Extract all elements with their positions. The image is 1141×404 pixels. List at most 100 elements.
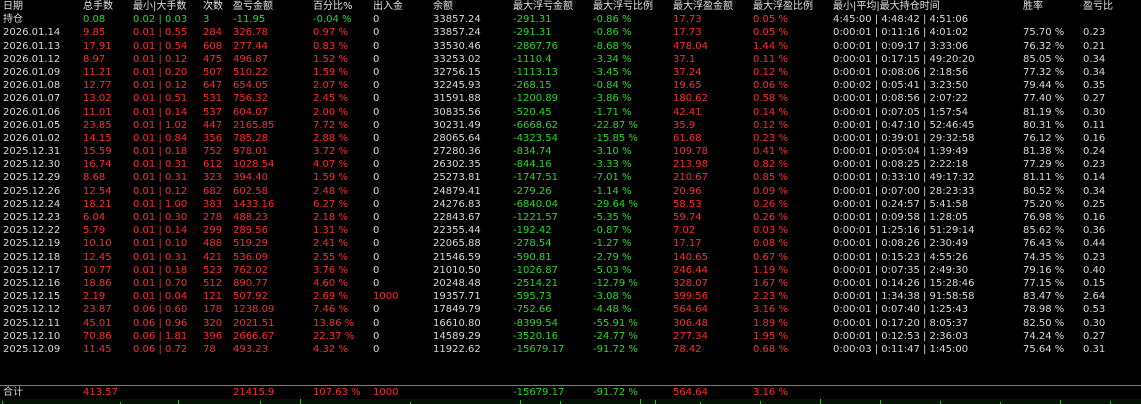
bottom-indicator-strip [0,399,1141,404]
min-max-lots-cell: 0.01 | 0.04 [133,291,188,303]
table-row[interactable]: 2026.01.08 12.77 0.01 | 0.12 647 654.05 2.07 … [0,79,1141,92]
pct-cell: 2.45 % [313,93,348,105]
hold-time-cell: 0:00:01 | 1:25:16 | 51:29:14 [833,225,975,237]
date-cell: 合计 [3,387,23,398]
table-row[interactable]: 2025.12.16 18.86 0.01 | 0.70 512 890.77 4.60 … [0,277,1141,290]
pct-cell: 1.31 % [313,225,348,237]
max-float-loss-cell: -291.31 [513,27,552,39]
table-row[interactable]: 2025.12.22 5.79 0.01 | 0.14 299 289.56 1.31 %… [0,224,1141,237]
max-float-loss-pct-cell: -5.35 % [593,212,632,223]
table-row[interactable]: 2026.01.09 11.21 0.01 | 0.20 507 510.22 1.59 … [0,66,1141,79]
max-float-loss-pct-cell: -0.84 % [593,80,632,92]
max-float-loss-pct-cell: -0.87 % [593,225,632,237]
win-rate-cell: 80.52 % [1023,185,1065,197]
table-row[interactable]: 2025.12.17 10.77 0.01 | 0.18 523 762.02 3.76 … [0,264,1141,277]
win-rate-cell: 74.35 % [1023,251,1065,263]
table-row[interactable]: 2025.12.11 45.01 0.06 | 0.96 320 2021.51 13.8… [0,317,1141,330]
max-float-loss-pct-cell: -91.72 % [593,387,638,398]
pnl-cell: 394.40 [233,172,268,184]
max-float-profit-cell: 17.73 [673,14,702,26]
table-row[interactable]: 2025.12.23 6.04 0.01 | 0.30 278 488.23 2.18 %… [0,211,1141,224]
date-cell: 2025.12.19 [3,238,61,250]
total-lots-cell: 8.97 [83,53,106,65]
deposit-cell: 0 [373,66,380,78]
table-row[interactable]: 2025.12.30 16.74 0.01 | 0.31 612 1028.54 4.07… [0,158,1141,171]
table-row[interactable]: 2026.01.06 11.01 0.01 | 0.14 537 604.07 2.00 … [0,106,1141,119]
total-lots-cell: 12.45 [83,251,112,263]
min-max-lots-cell: 0.06 | 1.81 [133,330,188,342]
max-float-profit-cell: 564.64 [673,387,708,398]
table-row[interactable]: 2026.01.14 9.85 0.01 | 0.55 284 326.78 0.97 %… [0,26,1141,39]
min-max-lots-header: 最小|大手数 [133,1,187,12]
pct-cell: 1.52 % [313,53,348,65]
hold-time-cell: 0:00:01 | 0:07:35 | 2:49:30 [833,264,969,276]
pct-cell: 2.00 % [313,106,348,118]
hold-time-cell: 0:00:02 | 0:05:41 | 3:23:50 [833,80,969,92]
deposit-cell: 0 [373,304,380,316]
pct-cell: 4.32 % [313,343,348,355]
table-row[interactable]: 2025.12.31 15.59 0.01 | 0.18 752 978.01 3.72 … [0,145,1141,158]
pnl-cell: 519.29 [233,238,268,250]
max-float-profit-cell: 306.48 [673,317,708,329]
total-lots-cell: 10.10 [83,238,112,250]
max-float-loss-cell: -15679.17 [513,343,565,355]
pl-ratio-cell: 0.11 [1083,119,1106,131]
max-float-loss-cell: -844.16 [513,159,552,171]
pl-ratio-cell: 0.23 [1083,251,1106,263]
pct-cell: 0.83 % [313,40,348,52]
table-row[interactable]: 2025.12.15 2.19 0.01 | 0.04 121 507.92 2.69 %… [0,290,1141,303]
table-row[interactable]: 2026.01.13 17.91 0.01 | 0.54 608 277.44 0.83 … [0,40,1141,53]
hold-time-cell: 0:00:01 | 0:11:16 | 4:01:02 [833,27,969,39]
table-row[interactable]: 2025.12.12 23.87 0.06 | 0.60 178 1238.09 7.46… [0,303,1141,316]
max-float-loss-pct-cell: -3.86 % [593,93,632,105]
table-row[interactable]: 2025.12.10 70.86 0.06 | 1.81 396 2666.67 22.3… [0,330,1141,343]
table-row[interactable]: 2026.01.05 23.85 0.01 | 1.02 447 2165.85 7.72… [0,119,1141,132]
position-row[interactable]: 持仓 0.08 0.02 | 0.03 3 -11.95 -0.04 % 0 33857.24… [0,13,1141,26]
max-float-loss-cell: -1200.89 [513,93,558,105]
max-float-loss-pct-header: 最大浮亏比例 [593,1,653,12]
deposit-cell: 0 [373,40,380,52]
table-row[interactable]: 2025.12.19 10.10 0.01 | 0.10 488 519.29 2.41 … [0,237,1141,250]
pct-cell: 1.59 % [313,172,348,184]
min-max-lots-cell: 0.01 | 0.31 [133,251,188,263]
pct-cell: 107.63 % [313,387,361,398]
table-row[interactable]: 2025.12.29 8.68 0.01 | 0.31 323 394.40 1.59 %… [0,171,1141,184]
date-cell: 2025.12.15 [3,291,61,303]
count-cell: 447 [203,119,223,131]
hold-time-cell: 0:00:01 | 1:34:38 | 91:58:58 [833,291,975,303]
max-float-profit-pct-cell: 3.16 % [753,387,788,398]
pnl-cell: 654.05 [233,80,268,92]
win-rate-cell: 79.16 % [1023,264,1065,276]
win-rate-cell: 79.44 % [1023,80,1065,92]
deposit-cell: 0 [373,146,380,158]
hold-time-cell: 0:00:01 | 0:09:17 | 3:33:06 [833,40,969,52]
pct-cell: 1.59 % [313,66,348,78]
pct-cell: 4.07 % [313,159,348,171]
strip-tick [880,400,881,404]
pct-cell: 7.72 % [313,119,348,131]
pl-ratio-cell: 2.64 [1083,291,1106,303]
deposit-cell: 0 [373,225,380,237]
min-max-lots-cell: 0.01 | 0.55 [133,27,188,39]
table-row[interactable]: 2026.01.07 13.02 0.01 | 0.51 531 756.32 2.45 … [0,92,1141,105]
pl-ratio-cell: 0.21 [1083,40,1106,52]
table-row[interactable]: 2025.12.24 18.21 0.01 | 1.00 383 1433.16 6.27… [0,198,1141,211]
balance-cell: 33253.02 [433,53,481,65]
count-cell: 523 [203,264,223,276]
table-row[interactable]: 2025.12.18 12.45 0.01 | 0.31 421 536.09 2.55 … [0,251,1141,264]
deposit-cell: 0 [373,238,380,250]
total-lots-cell: 13.02 [83,93,112,105]
hold-time-cell: 0:00:03 | 0:11:47 | 1:45:00 [833,343,969,355]
table-row[interactable]: 2025.12.26 12.54 0.01 | 0.12 682 602.58 2.48 … [0,185,1141,198]
total-lots-cell: 8.68 [83,172,106,184]
count-cell: 531 [203,93,223,105]
min-max-lots-cell: 0.01 | 0.84 [133,132,188,144]
max-float-profit-cell: 17.17 [673,238,702,250]
total-lots-cell: 5.79 [83,225,106,237]
win-rate-cell: 74.24 % [1023,330,1065,342]
hold-time-cell: 0:00:01 | 0:08:26 | 2:30:49 [833,238,969,250]
date-cell: 2026.01.07 [3,93,61,105]
table-row[interactable]: 2026.01.02 14.15 0.01 | 0.84 356 785.28 2.88 … [0,132,1141,145]
table-row[interactable]: 2026.01.12 8.97 0.01 | 0.12 475 496.87 1.52 %… [0,53,1141,66]
table-row[interactable]: 2025.12.09 11.45 0.06 | 0.72 78 493.23 4.32 %… [0,343,1141,356]
